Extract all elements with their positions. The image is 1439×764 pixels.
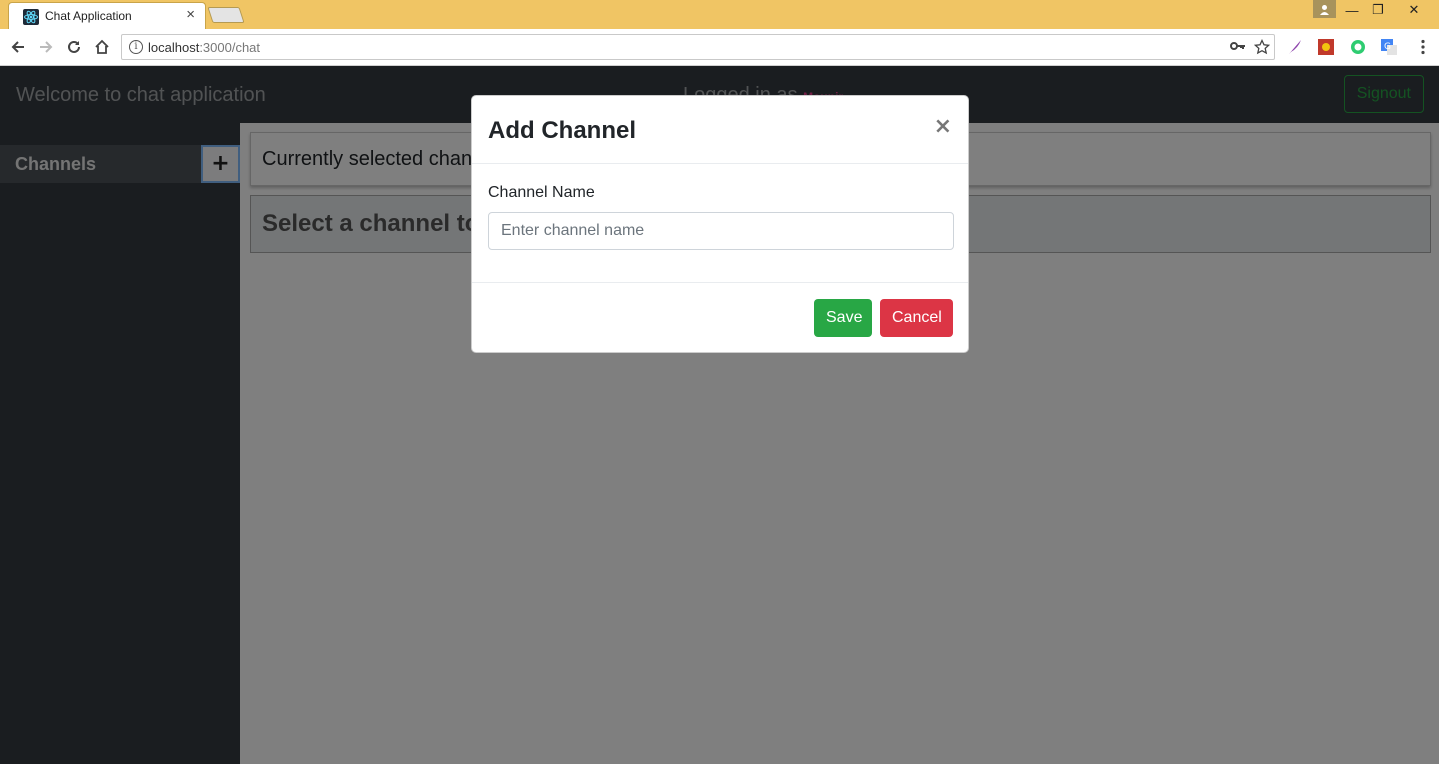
modal-title: Add Channel [488, 117, 636, 144]
address-bar[interactable]: i localhost:3000/chat [121, 34, 1275, 60]
browser-tab[interactable]: Chat Application × [8, 2, 206, 29]
home-icon[interactable] [91, 36, 113, 58]
channel-name-label: Channel Name [488, 184, 595, 201]
modal-footer: Save Cancel [472, 282, 968, 352]
channel-name-input[interactable] [488, 212, 954, 250]
react-favicon-icon [23, 9, 39, 25]
chat-app: Welcome to chat application Logged in as… [0, 66, 1439, 764]
forward-arrow-icon[interactable] [35, 36, 57, 58]
browser-toolbar: i localhost:3000/chat G [0, 29, 1439, 66]
new-tab-button[interactable] [207, 7, 245, 23]
kebab-menu-icon[interactable] [1414, 38, 1432, 56]
modal-header: Add Channel × [472, 96, 968, 164]
close-window-button[interactable]: ✕ [1399, 0, 1429, 20]
url-text: localhost:3000/chat [148, 40, 261, 55]
close-icon[interactable]: × [934, 114, 952, 139]
save-button[interactable]: Save [814, 299, 872, 337]
add-channel-modal: Add Channel × Channel Name Save Cancel [471, 95, 969, 353]
svg-text:G: G [1384, 42, 1391, 52]
tab-title: Chat Application [45, 9, 132, 23]
key-icon[interactable] [1230, 39, 1246, 56]
browser-tabstrip: Chat Application × — ❐ ✕ [0, 0, 1439, 29]
tab-close-icon[interactable]: × [186, 7, 195, 23]
bookmark-star-icon[interactable] [1253, 38, 1271, 58]
red-extension-icon[interactable] [1317, 38, 1335, 56]
restore-button[interactable]: ❐ [1363, 0, 1393, 20]
back-arrow-icon[interactable] [7, 36, 29, 58]
quill-extension-icon[interactable] [1286, 38, 1304, 56]
profile-icon[interactable] [1313, 0, 1336, 18]
info-icon[interactable]: i [129, 40, 143, 54]
green-extension-icon[interactable] [1349, 38, 1367, 56]
cancel-button[interactable]: Cancel [880, 299, 953, 337]
translate-extension-icon[interactable]: G [1380, 38, 1398, 56]
reload-icon[interactable] [63, 36, 85, 58]
